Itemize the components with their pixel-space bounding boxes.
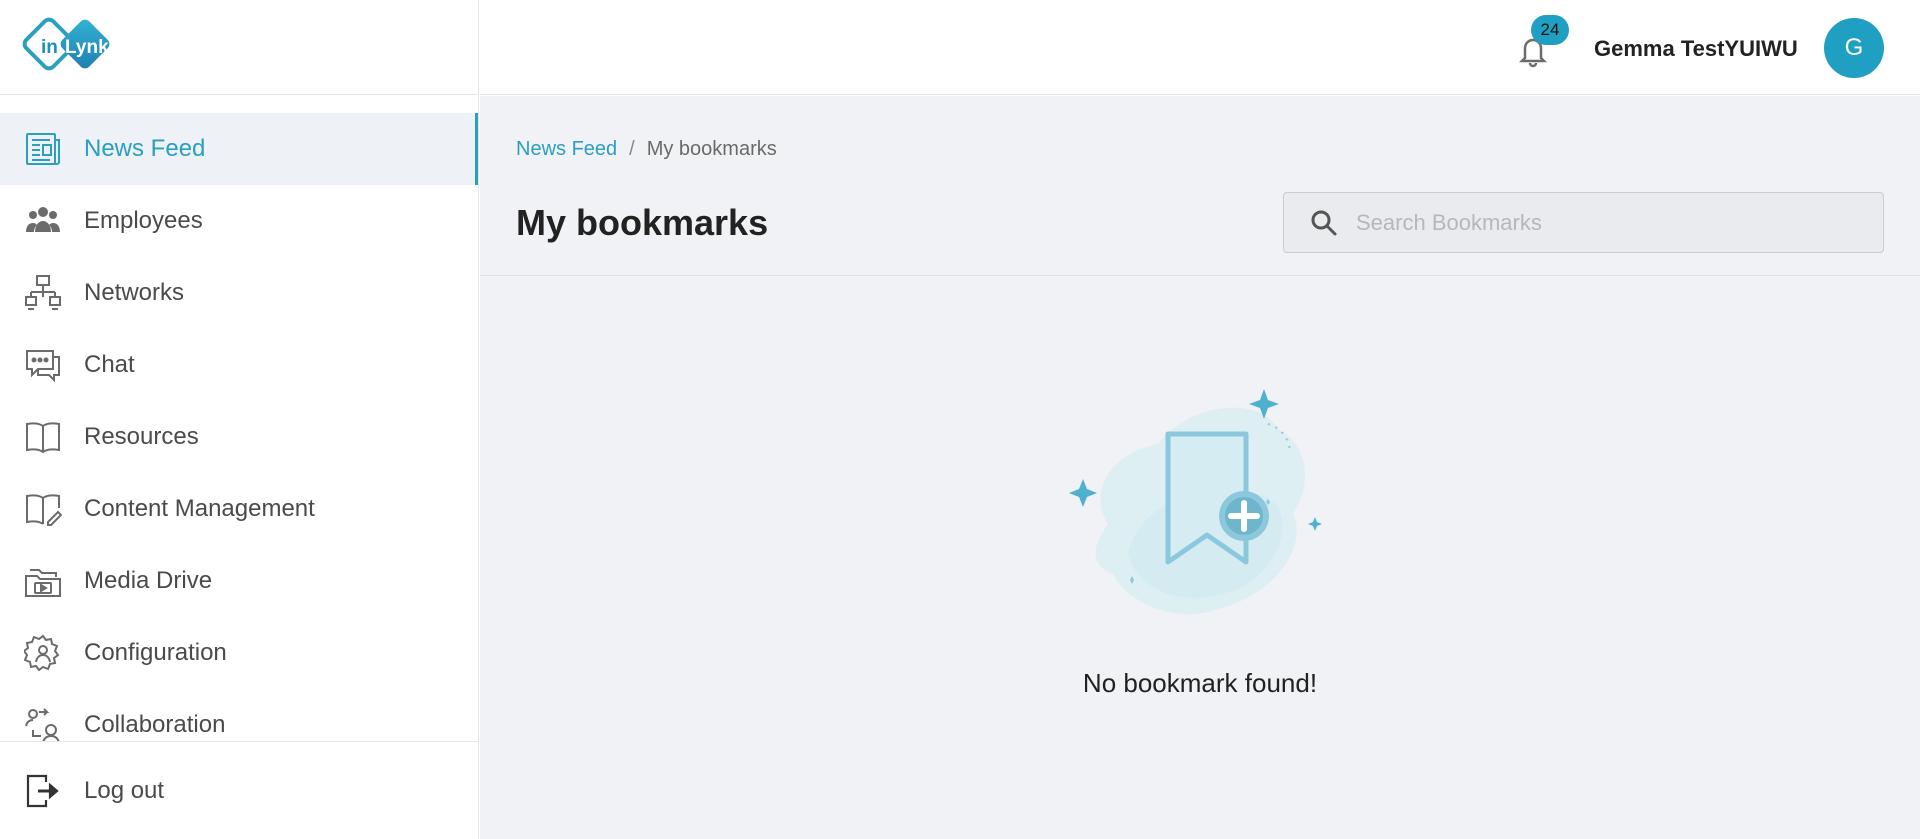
- sidebar-item-configuration[interactable]: Configuration: [0, 617, 478, 689]
- book-edit-icon: [24, 490, 62, 528]
- people-icon: [24, 202, 62, 240]
- media-folder-icon: [24, 562, 62, 600]
- page-title: My bookmarks: [516, 202, 769, 243]
- sidebar-item-label: Resources: [84, 423, 199, 450]
- sidebar: in Lynk News Feed Employees Networks Cha…: [0, 0, 479, 839]
- network-icon: [24, 274, 62, 312]
- logout-label: Log out: [84, 776, 165, 804]
- empty-state: No bookmark found!: [480, 276, 1920, 839]
- book-icon: [24, 418, 62, 456]
- sidebar-item-news-feed[interactable]: News Feed: [0, 113, 478, 185]
- sidebar-item-label: Chat: [84, 351, 135, 378]
- page-header: News Feed / My bookmarks My bookmarks: [480, 96, 1920, 276]
- sidebar-item-media-drive[interactable]: Media Drive: [0, 545, 478, 617]
- sidebar-nav: News Feed Employees Networks Chat Resour…: [0, 113, 478, 741]
- newspaper-icon: [24, 130, 62, 168]
- sidebar-item-label: News Feed: [84, 135, 206, 162]
- sidebar-item-chat[interactable]: Chat: [0, 329, 478, 401]
- avatar[interactable]: G: [1824, 18, 1884, 78]
- search-box[interactable]: [1283, 192, 1884, 253]
- sidebar-item-label: Media Drive: [84, 567, 213, 594]
- gear-user-icon: [24, 634, 62, 672]
- logout-button[interactable]: Log out: [0, 741, 478, 839]
- breadcrumb-link-news-feed[interactable]: News Feed: [516, 138, 617, 160]
- inlynk-logo[interactable]: in Lynk: [22, 16, 126, 78]
- breadcrumb-current: My bookmarks: [646, 138, 777, 160]
- bookmark-empty-illustration: [1069, 389, 1322, 615]
- sidebar-item-label: Employees: [84, 207, 203, 234]
- logo-text-in: in: [41, 37, 58, 58]
- notification-badge[interactable]: 24: [1531, 15, 1569, 45]
- search-icon: [1311, 210, 1337, 235]
- sidebar-item-label: Configuration: [84, 639, 227, 666]
- breadcrumb: News Feed / My bookmarks: [516, 138, 777, 161]
- logo-area: in Lynk: [0, 0, 478, 95]
- logout-icon: [24, 772, 62, 810]
- main-content: News Feed / My bookmarks My bookmarks No b…: [480, 96, 1920, 839]
- sidebar-item-content-management[interactable]: Content Management: [0, 473, 478, 545]
- collaboration-icon: [24, 706, 62, 741]
- sidebar-item-networks[interactable]: Networks: [0, 257, 478, 329]
- search-input[interactable]: [1356, 209, 1856, 236]
- user-name[interactable]: Gemma TestYUIWU: [1594, 36, 1798, 62]
- sidebar-item-label: Networks: [84, 279, 185, 306]
- sidebar-item-collaboration[interactable]: Collaboration: [0, 689, 478, 741]
- sidebar-item-label: Content Management: [84, 495, 315, 522]
- empty-message: No bookmark found!: [1082, 668, 1318, 698]
- sidebar-item-employees[interactable]: Employees: [0, 185, 478, 257]
- sidebar-item-label: Collaboration: [84, 711, 226, 738]
- sidebar-item-resources[interactable]: Resources: [0, 401, 478, 473]
- logo-text-lynk: Lynk: [65, 37, 109, 58]
- breadcrumb-separator: /: [629, 138, 635, 160]
- chat-icon: [24, 346, 62, 384]
